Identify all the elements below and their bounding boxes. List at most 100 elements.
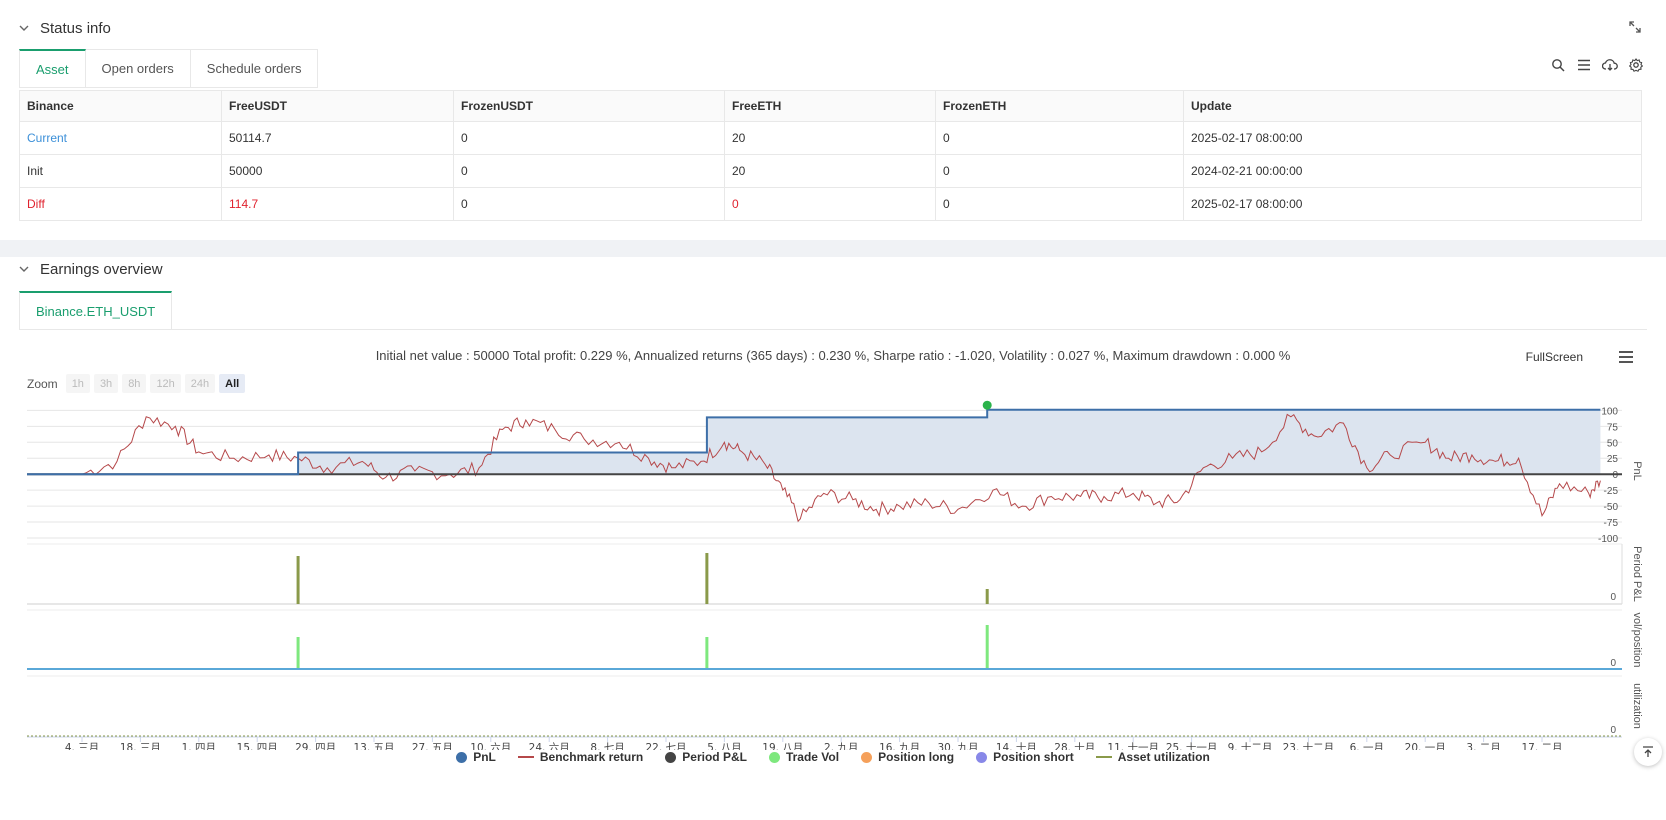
tab-binance-eth-usdt[interactable]: Binance.ETH_USDT — [19, 291, 173, 329]
chevron-down-icon[interactable] — [18, 22, 30, 34]
legend-item[interactable]: Position short — [976, 750, 1074, 764]
pnl-tick-label: 100 — [1601, 406, 1618, 417]
table-cell: 0 — [724, 187, 936, 221]
status-info-header[interactable]: Status info — [18, 18, 111, 38]
zoom-label: Zoom — [27, 376, 58, 391]
zoom-12h-button[interactable]: 12h — [150, 374, 181, 393]
fullscreen-button[interactable]: FullScreen — [1526, 350, 1583, 364]
earnings-overview-title: Earnings overview — [40, 260, 163, 278]
table-row: Init 50000 0 20 0 2024-02-21 00:00:00 — [19, 154, 1642, 188]
legend-label: PnL — [473, 750, 496, 764]
legend-label: Position long — [878, 750, 955, 764]
x-tick-label: 27. 五月 — [412, 742, 453, 750]
pnl-tick-label: -75 — [1604, 518, 1619, 529]
table-cell: 50000 — [221, 154, 454, 188]
scroll-to-top-button[interactable] — [1634, 738, 1662, 766]
table-cell: 0 — [935, 154, 1184, 188]
legend-item[interactable]: PnL — [456, 750, 496, 764]
legend-label: Trade Vol — [785, 750, 840, 764]
column-header: Update — [1183, 90, 1642, 122]
row-label-init: Init — [19, 154, 222, 188]
table-cell: 0 — [453, 154, 725, 188]
zoom-8h-button[interactable]: 8h — [122, 374, 147, 393]
tab-asset[interactable]: Asset — [19, 49, 86, 87]
pnl-axis-title: PnL — [1631, 461, 1643, 481]
chart-legend: PnL Benchmark return Period P&L Trade Vol Po… — [0, 750, 1666, 764]
x-tick-label: 22. 七月 — [645, 742, 686, 750]
trade-vol-bar — [985, 625, 989, 670]
period-pnl-bar — [705, 553, 709, 604]
table-cell: 0 — [935, 187, 1184, 221]
legend-label: Asset utilization — [1117, 750, 1210, 764]
zoom-24h-button[interactable]: 24h — [184, 374, 216, 393]
x-tick-label: 16. 九月 — [879, 742, 920, 750]
x-tick-label: 2. 九月 — [824, 742, 858, 750]
x-tick-label: 28. 十月 — [1054, 741, 1095, 750]
row-label-current[interactable]: Current — [19, 121, 222, 155]
legend-item[interactable]: Benchmark return — [517, 750, 644, 764]
legend-label: Benchmark return — [539, 750, 644, 764]
x-tick-label: 8. 七月 — [590, 742, 624, 750]
tab-open-orders[interactable]: Open orders — [85, 49, 191, 87]
zoom-3h-button[interactable]: 3h — [93, 374, 119, 393]
table-cell: 20 — [724, 154, 936, 188]
period-pnl-bar — [985, 589, 989, 604]
x-tick-label: 17. 二月 — [1521, 742, 1562, 750]
gear-icon[interactable] — [1628, 57, 1644, 73]
column-header: FreeETH — [724, 90, 936, 122]
status-info-panel: Status info Asset Open orders Schedule o… — [0, 0, 1666, 240]
status-tabs: Asset Open orders Schedule orders — [19, 49, 319, 88]
legend-label: Position short — [993, 750, 1074, 764]
zoom-controls: Zoom 1h 3h 8h 12h 24h All — [27, 374, 246, 393]
x-tick-label: 13. 五月 — [353, 742, 394, 750]
tab-schedule-orders[interactable]: Schedule orders — [190, 49, 319, 87]
pnl-tick-label: -50 — [1604, 502, 1619, 513]
period-pnl-tick-label: 0 — [1610, 592, 1616, 603]
table-cell: 2024-02-21 00:00:00 — [1183, 154, 1642, 188]
legend-item[interactable]: Trade Vol — [768, 750, 840, 764]
asset-table: Binance FreeUSDT FrozenUSDT FreeETH Froz… — [19, 90, 1642, 221]
table-cell: 114.7 — [221, 187, 454, 221]
table-row: Current 50114.7 0 20 0 2025-02-17 08:00:… — [19, 121, 1642, 155]
legend-swatch — [768, 751, 780, 763]
earnings-chart[interactable]: 100 75 50 25 0 -25 -50 -75 -100 PnL 0 Period P&L 0 vo… — [0, 398, 1666, 750]
table-cell: 50114.7 — [221, 121, 454, 155]
util-tick-label: 0 — [1610, 725, 1616, 736]
earnings-overview-header[interactable]: Earnings overview — [18, 259, 163, 279]
x-tick-label: 30. 九月 — [937, 742, 978, 750]
chart-menu-icon[interactable] — [1618, 350, 1634, 364]
pnl-tick-label: -100 — [1598, 534, 1618, 545]
fullscreen-toggle-icon[interactable] — [1628, 20, 1642, 34]
trade-vol-bar — [705, 637, 709, 670]
legend-item[interactable]: Position long — [861, 750, 954, 764]
legend-item[interactable]: Asset utilization — [1095, 750, 1210, 764]
vol-axis-title: vol/position — [1631, 612, 1643, 667]
trade-flag-marker — [982, 400, 992, 410]
column-header: FreeUSDT — [221, 90, 454, 122]
chevron-down-icon[interactable] — [18, 263, 30, 275]
x-tick-label: 23. 十二月 — [1283, 741, 1335, 750]
legend-swatch — [1095, 756, 1112, 758]
x-tick-label: 10. 六月 — [470, 742, 511, 750]
search-icon[interactable] — [1550, 57, 1566, 73]
list-icon[interactable] — [1576, 57, 1592, 73]
zoom-1h-button[interactable]: 1h — [65, 374, 90, 393]
legend-item[interactable]: Period P&L — [665, 750, 747, 764]
x-tick-label: 5. 八月 — [707, 742, 741, 750]
pnl-tick-label: 50 — [1607, 438, 1619, 449]
performance-summary: Initial net value : 50000 Total profit: … — [375, 348, 1291, 363]
column-header: FrozenUSDT — [453, 90, 725, 122]
table-cell: 20 — [724, 121, 936, 155]
pnl-tick-label: 0 — [1612, 470, 1618, 481]
legend-swatch — [665, 751, 677, 763]
zoom-all-button[interactable]: All — [219, 374, 246, 393]
x-tick-label: 29. 四月 — [295, 742, 336, 750]
column-header: Binance — [19, 90, 222, 122]
x-tick-label: 19. 八月 — [762, 742, 803, 750]
cloud-download-icon[interactable] — [1602, 57, 1618, 73]
period-pnl-bar — [296, 556, 300, 604]
x-tick-label: 1. 四月 — [182, 742, 216, 750]
legend-swatch — [517, 756, 534, 758]
table-header-row: Binance FreeUSDT FrozenUSDT FreeETH Froz… — [19, 90, 1642, 122]
table-cell: 2025-02-17 08:00:00 — [1183, 121, 1642, 155]
